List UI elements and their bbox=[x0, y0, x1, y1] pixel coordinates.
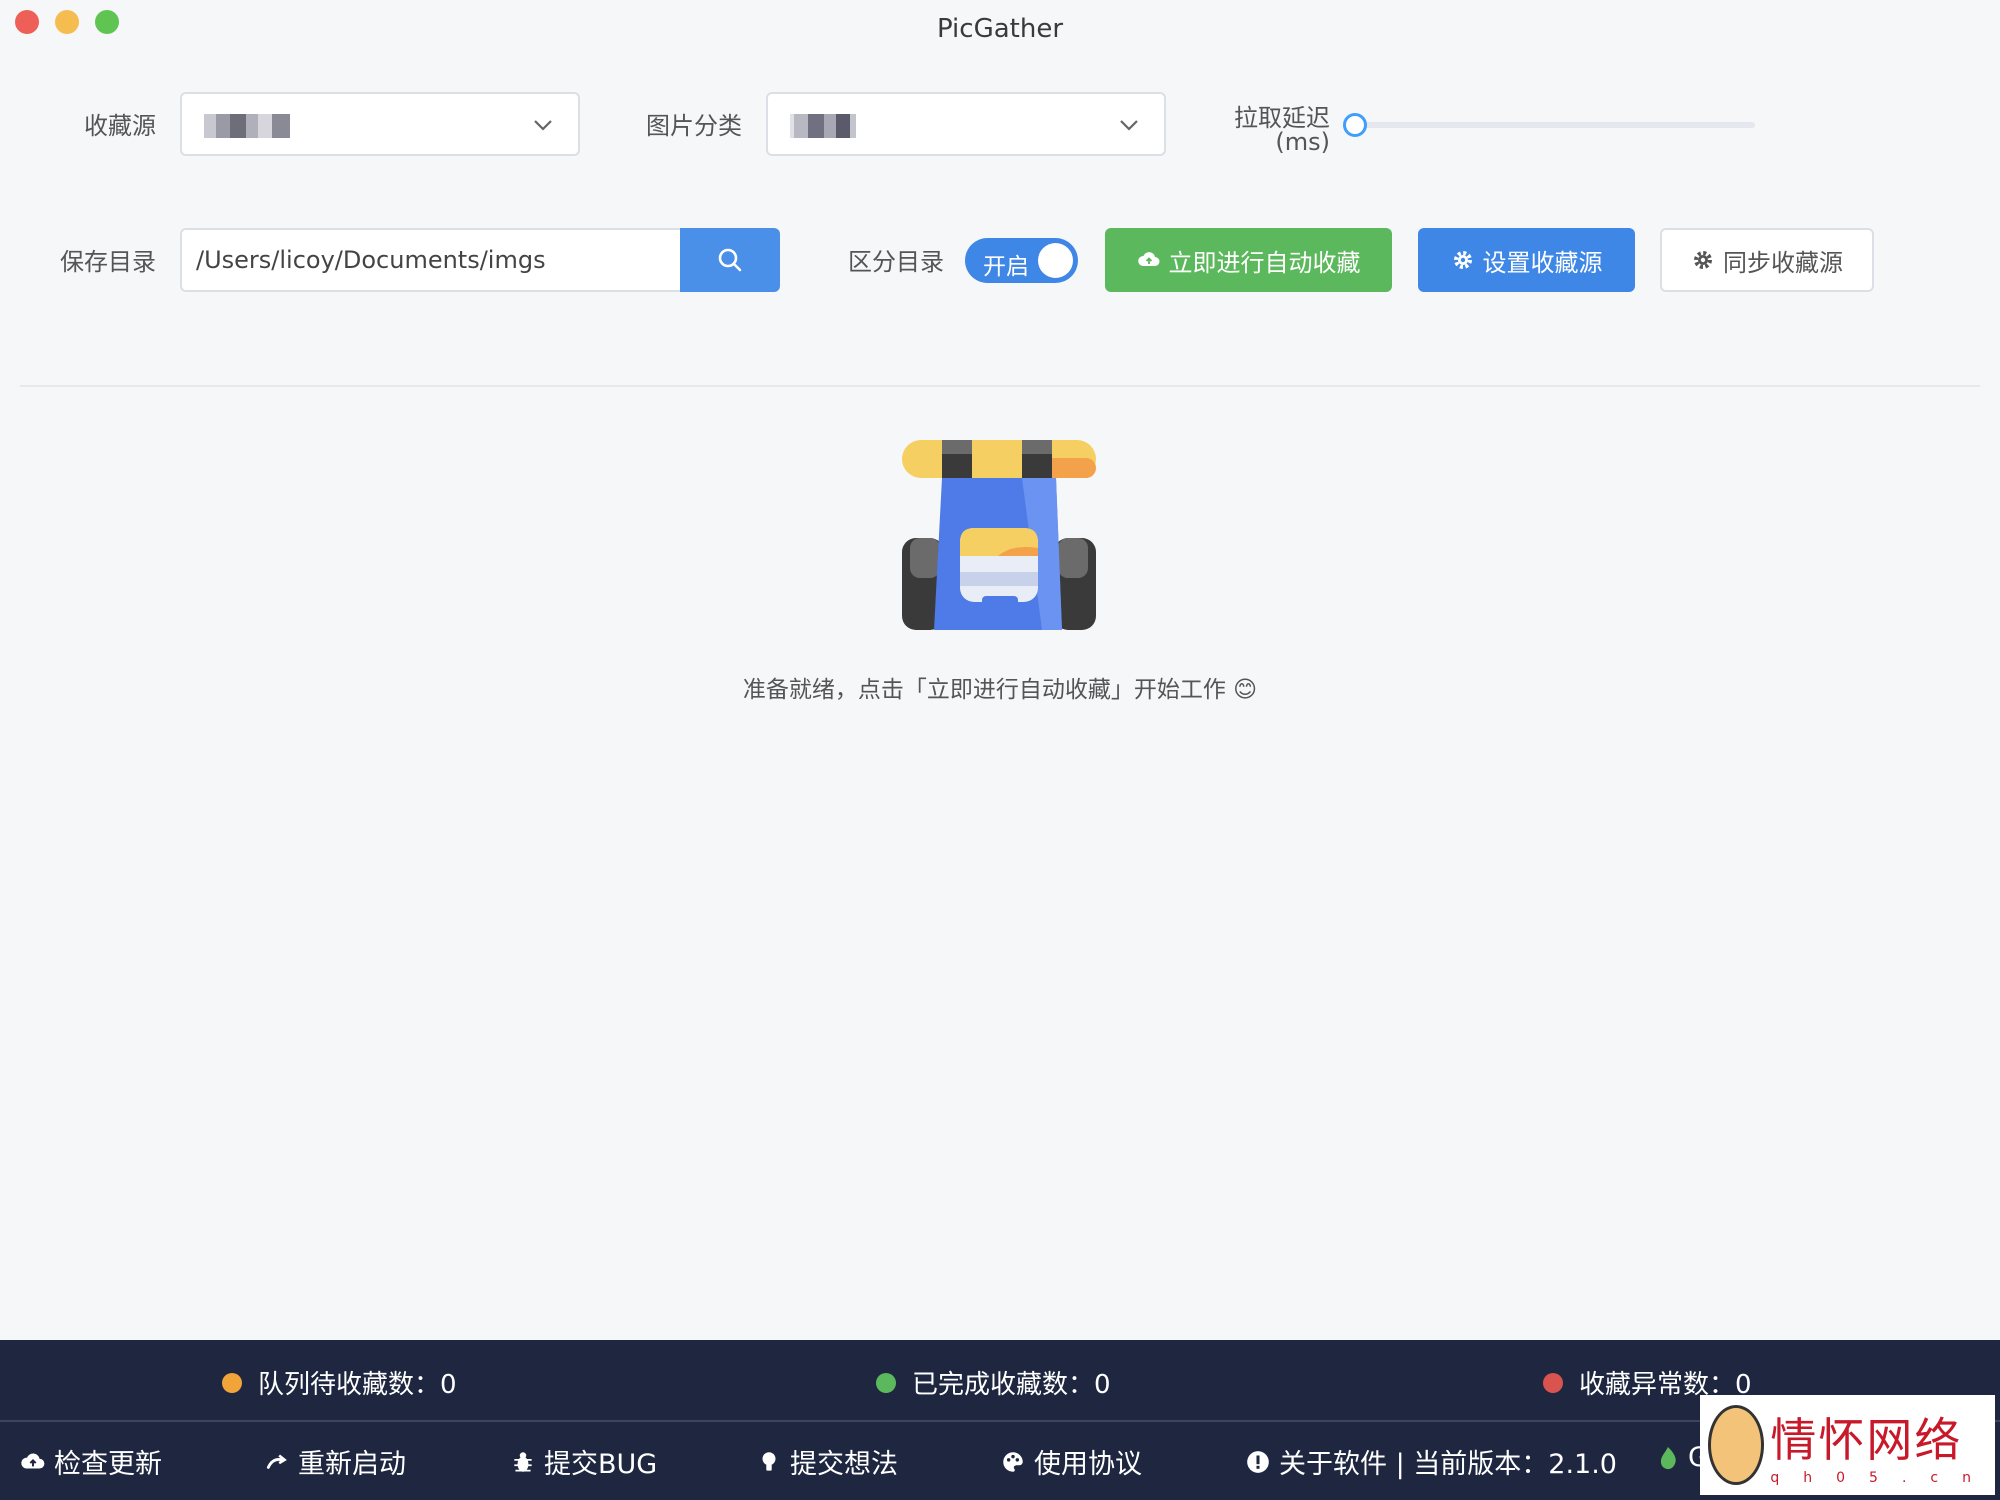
delay-label-text: 拉取延迟 bbox=[1234, 104, 1330, 132]
delay-unit: (ms) bbox=[1275, 128, 1330, 156]
chevron-down-icon bbox=[1120, 120, 1138, 131]
cartoon-face-icon bbox=[1708, 1405, 1765, 1485]
submit-idea-link[interactable]: 提交想法 bbox=[756, 1442, 898, 1481]
toggle-knob bbox=[1038, 243, 1073, 278]
category-select[interactable] bbox=[766, 92, 1166, 156]
category-select-value-redacted bbox=[790, 114, 856, 138]
auto-collect-label: 立即进行自动收藏 bbox=[1168, 248, 1361, 277]
redo-icon bbox=[266, 1453, 287, 1469]
queue-status-dot bbox=[222, 1372, 242, 1393]
split-dir-label: 区分目录 bbox=[848, 248, 944, 276]
category-label: 图片分类 bbox=[646, 112, 742, 140]
watermark-logo: 情怀网络 qh05.cn bbox=[1700, 1395, 1995, 1495]
sync-source-button[interactable]: 同步收藏源 bbox=[1660, 228, 1874, 292]
queue-label: 队列待收藏数： bbox=[258, 1370, 441, 1400]
browse-dir-button[interactable] bbox=[680, 228, 780, 292]
source-select[interactable] bbox=[180, 92, 580, 156]
shop-cart-illustration bbox=[902, 440, 1096, 630]
set-source-button[interactable]: 设置收藏源 bbox=[1418, 228, 1635, 292]
palette-icon bbox=[1003, 1451, 1023, 1472]
divider bbox=[20, 385, 1980, 387]
queue-stat: 队列待收藏数：0 bbox=[222, 1364, 457, 1401]
gear-icon bbox=[1694, 251, 1712, 269]
done-status-dot bbox=[876, 1372, 896, 1393]
source-select-value-redacted bbox=[204, 114, 290, 138]
restart-link[interactable]: 重新启动 bbox=[264, 1442, 406, 1481]
check-update-link[interactable]: 检查更新 bbox=[20, 1442, 162, 1481]
restart-label: 重新启动 bbox=[298, 1449, 406, 1480]
auto-collect-button[interactable]: 立即进行自动收藏 bbox=[1105, 228, 1392, 292]
terms-label: 使用协议 bbox=[1034, 1449, 1142, 1480]
submit-idea-label: 提交想法 bbox=[790, 1449, 898, 1480]
ready-message: 准备就绪，点击「立即进行自动收藏」开始工作 😊 bbox=[742, 677, 1258, 703]
watermark-sub: qh05.cn bbox=[1770, 1470, 1995, 1486]
search-icon bbox=[718, 248, 742, 272]
bug-icon bbox=[514, 1451, 532, 1472]
leaf-icon bbox=[1660, 1446, 1676, 1469]
delay-slider-track[interactable] bbox=[1355, 122, 1755, 128]
sync-source-label: 同步收藏源 bbox=[1723, 248, 1843, 277]
submit-bug-link[interactable]: 提交BUG bbox=[510, 1442, 657, 1481]
chevron-down-icon bbox=[534, 120, 552, 131]
check-update-label: 检查更新 bbox=[54, 1449, 162, 1480]
done-label: 已完成收藏数： bbox=[912, 1370, 1095, 1400]
delay-label: 拉取延迟 (ms) bbox=[1232, 106, 1330, 154]
save-dir-input[interactable]: /Users/licoy/Documents/imgs bbox=[180, 228, 682, 292]
window-title: PicGather bbox=[936, 14, 1064, 44]
lightbulb-icon bbox=[762, 1451, 776, 1471]
about-link[interactable]: 关于软件 | 当前版本：2.1.0 bbox=[1245, 1442, 1617, 1481]
about-label: 关于软件 | 当前版本：2.1.0 bbox=[1279, 1449, 1617, 1480]
delay-slider-handle[interactable] bbox=[1343, 113, 1367, 137]
terms-link[interactable]: 使用协议 bbox=[1000, 1442, 1142, 1481]
split-dir-toggle[interactable]: 开启 bbox=[965, 238, 1078, 283]
cloud-upload-icon bbox=[1137, 252, 1159, 266]
title-bar: PicGather bbox=[0, 0, 2000, 60]
error-status-dot bbox=[1543, 1372, 1563, 1393]
source-label: 收藏源 bbox=[84, 112, 156, 140]
toggle-text: 开启 bbox=[983, 254, 1029, 280]
watermark-text: 情怀网络 bbox=[1770, 1413, 1963, 1467]
queue-value: 0 bbox=[440, 1370, 457, 1400]
info-icon bbox=[1247, 1450, 1269, 1473]
set-source-label: 设置收藏源 bbox=[1482, 248, 1603, 277]
gear-icon bbox=[1453, 251, 1472, 269]
save-dir-label: 保存目录 bbox=[60, 248, 156, 276]
submit-bug-label: 提交BUG bbox=[544, 1449, 658, 1480]
cloud-upload-icon bbox=[21, 1452, 45, 1468]
done-stat: 已完成收藏数：0 bbox=[876, 1364, 1111, 1401]
done-value: 0 bbox=[1094, 1370, 1111, 1400]
